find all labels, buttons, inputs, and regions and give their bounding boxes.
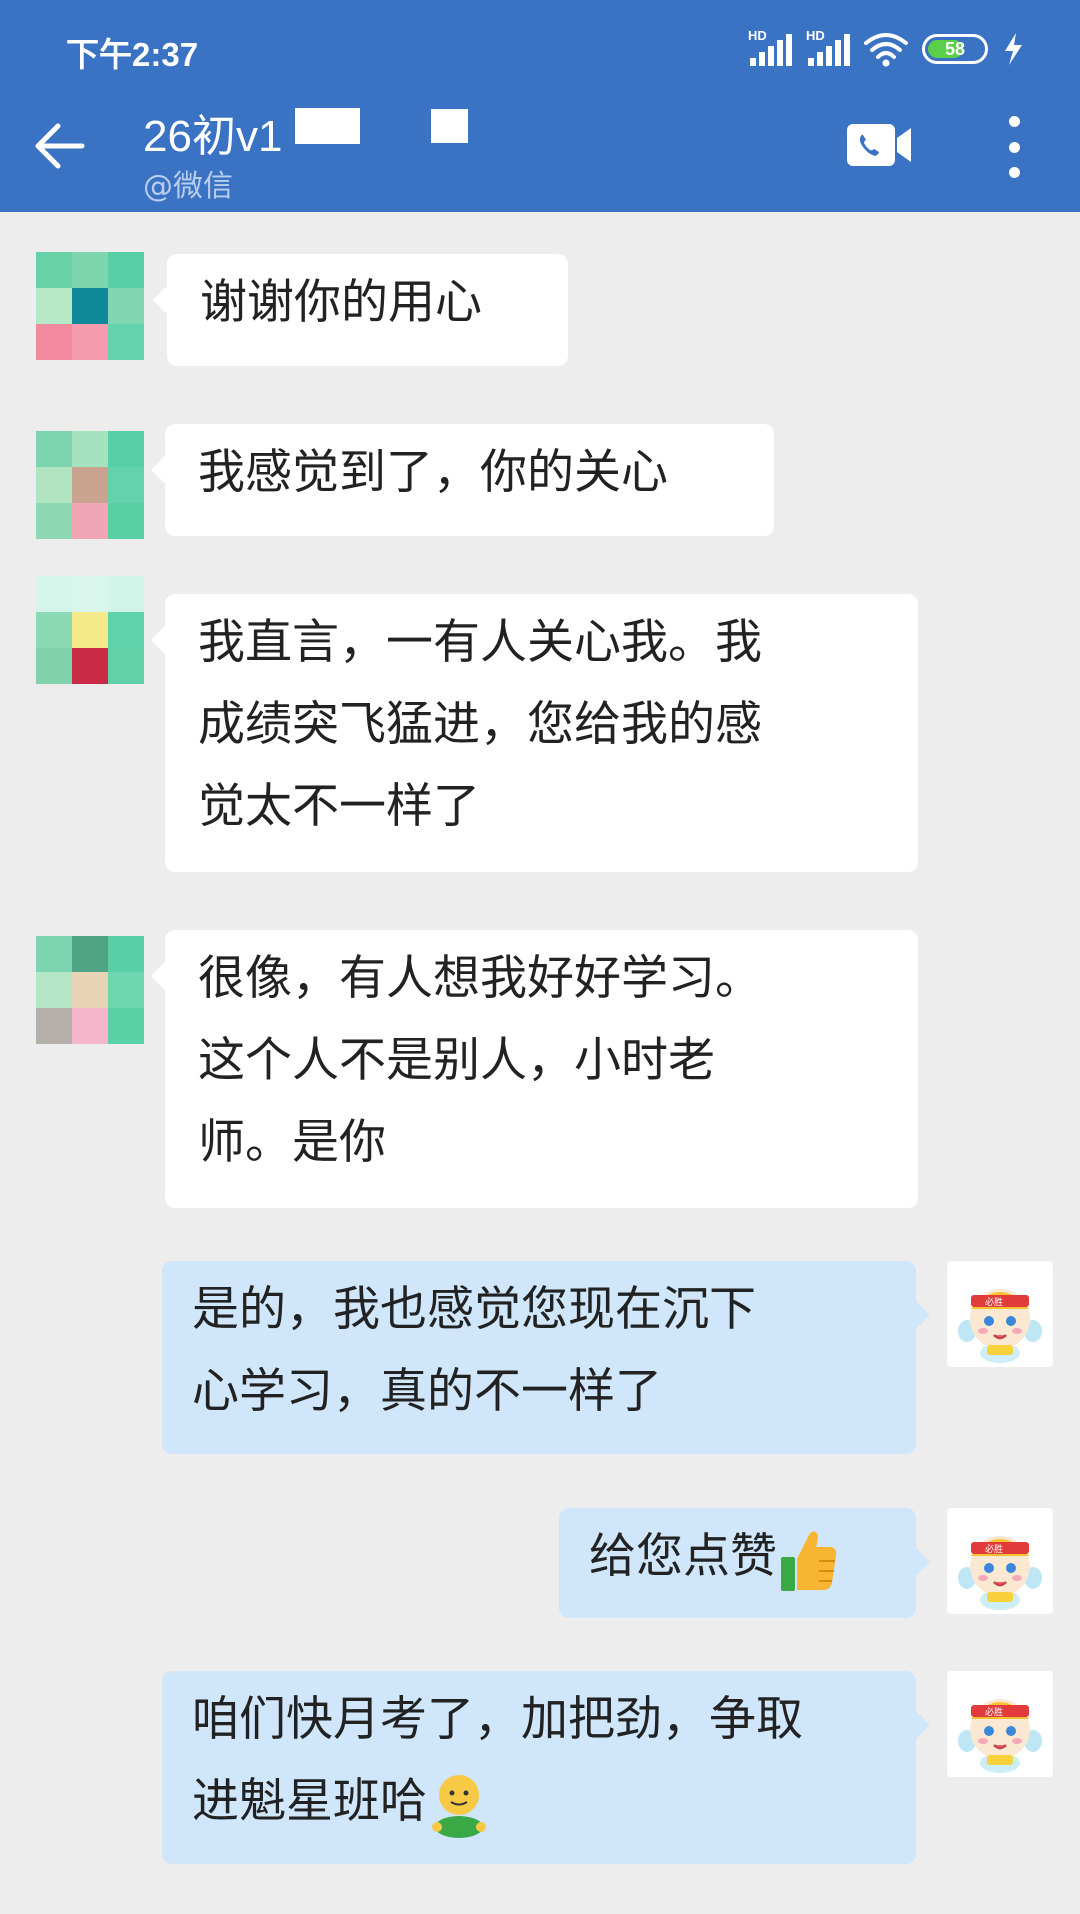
message-text-line: 进魁星班哈 <box>192 1761 916 1843</box>
sticker-character-icon: 必胜 <box>958 1699 1042 1773</box>
cellular-signal-icon-2: HD <box>806 28 850 66</box>
message-text-line: 师。是你 <box>198 1115 386 1170</box>
smiling-figure-emoji-icon <box>432 1774 486 1838</box>
message-text-line: 很像，有人想我好好学习。 <box>198 951 762 1006</box>
message-text-line: 是的，我也感觉您现在沉下 <box>192 1282 756 1337</box>
message-bubble-incoming[interactable]: 我直言，一有人关心我。我 成绩突飞猛进，您给我的感 觉太不一样了 <box>151 594 918 872</box>
contact-avatar[interactable] <box>36 431 144 539</box>
contact-avatar[interactable] <box>36 252 144 360</box>
my-avatar[interactable]: 必胜 <box>947 1508 1053 1614</box>
message-text-line: 我直言，一有人关心我。我 <box>198 615 762 670</box>
sticker-character-icon: 必胜 <box>958 1289 1042 1363</box>
message-text-line: 心学习，真的不一样了 <box>192 1364 662 1419</box>
message-bubble-incoming[interactable]: 谢谢你的用心 <box>153 254 568 366</box>
redaction-block-2 <box>431 109 468 143</box>
message-text-line: 这个人不是别人，小时老 <box>198 1033 715 1088</box>
message-text-line: 觉太不一样了 <box>198 779 480 834</box>
contact-avatar[interactable] <box>36 936 144 1044</box>
my-avatar[interactable]: 必胜 <box>947 1671 1053 1777</box>
contact-avatar[interactable] <box>36 576 144 684</box>
charging-bolt-icon <box>1005 33 1022 65</box>
redaction-block <box>295 108 360 144</box>
my-avatar[interactable]: 必胜 <box>947 1261 1053 1367</box>
message-bubble-outgoing[interactable]: 给您点赞 <box>559 1508 930 1618</box>
message-bubble-outgoing[interactable]: 咱们快月考了，加把劲，争取 进魁星班哈 <box>162 1671 930 1864</box>
chat-subtitle: @微信 <box>143 169 233 204</box>
more-options-icon[interactable] <box>996 116 1032 178</box>
chat-title: 26初v1 <box>143 112 283 161</box>
status-time: 下午2:37 <box>66 36 199 73</box>
app-header: 下午2:37 HD HD 58 26初v1 @微信 <box>0 0 1080 212</box>
message-bubble-incoming[interactable]: 很像，有人想我好好学习。 这个人不是别人，小时老 师。是你 <box>151 930 918 1208</box>
back-arrow-icon[interactable] <box>30 118 90 174</box>
message-text: 谢谢你的用心 <box>200 275 482 330</box>
wifi-icon <box>864 33 908 67</box>
message-text: 我感觉到了，你的关心 <box>198 445 668 500</box>
status-icons: HD HD 58 <box>748 28 1024 70</box>
sticker-character-icon: 必胜 <box>958 1536 1042 1610</box>
svg-text:必胜: 必胜 <box>985 1543 1003 1555</box>
svg-text:必胜: 必胜 <box>985 1296 1003 1308</box>
thumbs-up-emoji-icon <box>781 1530 837 1591</box>
battery-icon: 58 <box>922 34 988 64</box>
message-bubble-outgoing[interactable]: 是的，我也感觉您现在沉下 心学习，真的不一样了 <box>162 1261 930 1454</box>
message-text: 进魁星班哈 <box>192 1774 427 1829</box>
message-text-line: 成绩突飞猛进，您给我的感 <box>198 697 762 752</box>
message-text-line: 咱们快月考了，加把劲，争取 <box>192 1692 803 1747</box>
video-call-icon[interactable] <box>845 120 913 170</box>
message-text-line: 给您点赞 <box>589 1516 916 1598</box>
svg-text:必胜: 必胜 <box>985 1706 1003 1718</box>
cellular-signal-icon: HD <box>748 28 792 66</box>
message-text: 给您点赞 <box>589 1529 777 1584</box>
message-bubble-incoming[interactable]: 我感觉到了，你的关心 <box>151 424 774 536</box>
